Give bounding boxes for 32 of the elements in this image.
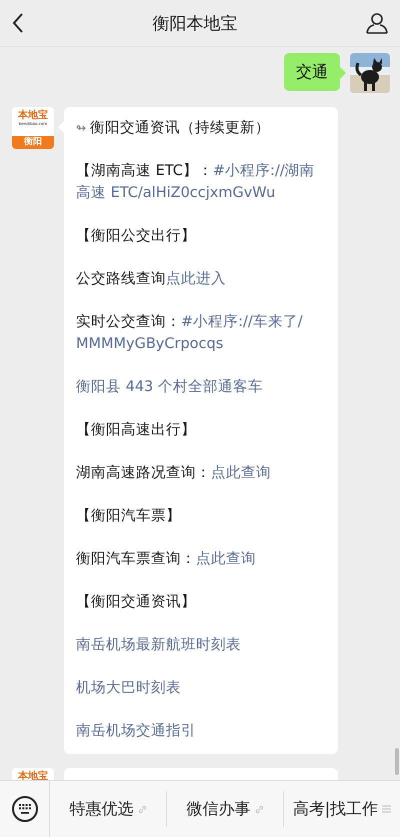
link-icon (254, 804, 264, 814)
message-paragraph: 【衡阳高速出行】 (76, 420, 197, 440)
chat-title: 衡阳本地宝 (152, 12, 238, 34)
message-link[interactable]: 南岳机场交通指引 (76, 720, 328, 742)
message-link[interactable]: 南岳机场最新航班时刻表 (76, 634, 328, 656)
message-paragraph: 【衡阳公交出行】 (76, 226, 197, 246)
menu-item[interactable]: 高考|找工作 (283, 791, 400, 827)
profile-icon[interactable] (366, 12, 388, 34)
message-link[interactable]: #小程序://车来了/ (181, 314, 303, 330)
menu-item[interactable]: 特惠优选 (50, 791, 166, 827)
message-paragraph: 衡阳汽车票查询：点此查询 (76, 550, 257, 569)
link-icon (138, 804, 146, 814)
message-bubble: 交通 (284, 53, 340, 91)
message-link[interactable]: 点此查询 (196, 551, 256, 567)
menu-item[interactable]: 微信办事 (166, 791, 283, 827)
message-link[interactable]: #小程序://湖南 (212, 163, 315, 179)
message-link[interactable]: 机场大巴时刻表 (76, 677, 328, 699)
message-link[interactable]: 点此查询 (211, 465, 271, 481)
back-icon[interactable] (12, 13, 24, 33)
message-paragraph: 实时公交查询：#小程序://车来了/ MMMMyGByCrpocqs (76, 312, 304, 354)
message-paragraph: 【衡阳交通资讯】 (76, 592, 197, 612)
list-icon (382, 805, 392, 813)
message-paragraph: ↬ 衡阳交通资讯（持续更新） (76, 118, 272, 138)
message-link[interactable]: 点此进入 (166, 271, 226, 287)
message-link[interactable]: 衡阳县 443 个村全部通客车 (76, 376, 328, 398)
message-paragraph: 湖南高速路况查询：点此查询 (76, 464, 272, 483)
message-link[interactable]: MMMMyGByCrpocqs (76, 336, 224, 352)
message-link[interactable]: 高速 ETC/alHiZ0ccjxmGvWu (76, 185, 276, 201)
message-paragraph: 【衡阳汽车票】 (76, 507, 182, 526)
scrollbar[interactable] (395, 748, 399, 775)
message-paragraph: 公交路线查询点此进入 (76, 270, 227, 289)
message-paragraph: 【湖南高速 ETC】：#小程序://湖南 高速 ETC/alHiZ0ccjxmGvWu (76, 162, 316, 203)
